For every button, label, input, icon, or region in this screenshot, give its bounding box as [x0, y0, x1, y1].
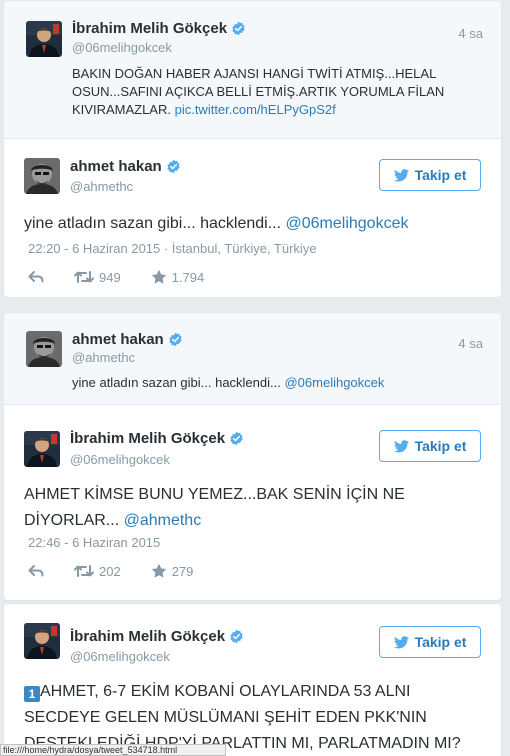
tweet-card-2: ahmet hakan @ahmethc 4 sa yine atladın s… [3, 312, 502, 601]
avatar[interactable] [24, 623, 60, 659]
tweet-actions: 949 1.794 [28, 269, 234, 285]
tweet-card-3: İbrahim Melih Gökçek @06melihgokcek Taki… [3, 603, 502, 756]
star-icon [151, 269, 167, 285]
bird-icon [394, 636, 409, 649]
timestamp[interactable]: 4 sa [458, 26, 483, 41]
author-handle[interactable]: @06melihgokcek [70, 649, 170, 664]
number-one-badge: 1 [24, 686, 40, 702]
follow-button[interactable]: Takip et [379, 159, 481, 191]
tweet-actions: 202 279 [28, 563, 223, 579]
author-handle[interactable]: @ahmethc [72, 350, 135, 365]
retweet-button[interactable]: 949 [74, 270, 121, 285]
tweet-text: yine atladın sazan gibi... hacklendi... [72, 375, 281, 390]
follow-label: Takip et [414, 167, 467, 183]
verified-icon [166, 159, 181, 174]
mention-link[interactable]: @ahmethc [124, 512, 202, 529]
mention-link[interactable]: @06melihgokcek [286, 215, 409, 232]
author-name[interactable]: İbrahim Melih Gökçek [72, 20, 227, 37]
avatar[interactable] [24, 158, 60, 194]
tweet-card-1: İbrahim Melih Gökçek @06melihgokcek 4 sa… [3, 0, 502, 298]
retweet-count: 949 [99, 269, 121, 285]
author-name[interactable]: İbrahim Melih Gökçek [70, 430, 225, 447]
verified-icon [229, 629, 244, 644]
author-handle[interactable]: @06melihgokcek [70, 452, 170, 467]
avatar[interactable] [26, 21, 62, 57]
retweet-icon [74, 564, 94, 578]
author-name[interactable]: İbrahim Melih Gökçek [70, 628, 225, 645]
avatar[interactable] [24, 431, 60, 467]
tweet-metadata[interactable]: 22:46 - 6 Haziran 2015 [28, 535, 160, 550]
author-handle[interactable]: @ahmethc [70, 179, 133, 194]
favorite-button[interactable]: 279 [151, 563, 194, 579]
tweet-body: AHMET KİMSE BUNU YEMEZ...BAK SENİN İÇİN … [24, 486, 405, 529]
timestamp[interactable]: 4 sa [458, 336, 483, 351]
mention-link[interactable]: @06melihgokcek [284, 375, 384, 390]
retweet-button[interactable]: 202 [74, 564, 121, 579]
follow-label: Takip et [414, 438, 467, 454]
quoted-tweet-text: yine atladın sazan gibi... hacklendi... … [72, 374, 479, 392]
follow-button[interactable]: Takip et [379, 626, 481, 658]
favorite-button[interactable]: 1.794 [151, 269, 205, 285]
follow-button[interactable]: Takip et [379, 430, 481, 462]
author-name[interactable]: ahmet hakan [72, 331, 164, 348]
quoted-tweet[interactable]: İbrahim Melih Gökçek @06melihgokcek 4 sa… [4, 1, 501, 139]
author-name[interactable]: ahmet hakan [70, 158, 162, 175]
bird-icon [394, 440, 409, 453]
verified-icon [231, 21, 246, 36]
tweet-text: yine atladın sazan gibi... hacklendi... … [24, 211, 479, 237]
retweet-icon [74, 270, 94, 284]
reply-icon [28, 270, 44, 284]
avatar[interactable] [26, 331, 62, 367]
reply-button[interactable] [28, 270, 44, 284]
retweet-count: 202 [99, 563, 121, 579]
favorite-count: 1.794 [171, 269, 205, 285]
tweet-metadata[interactable]: 22:20 - 6 Haziran 2015 · İstanbul, Türki… [28, 241, 317, 256]
verified-icon [229, 431, 244, 446]
verified-icon [168, 332, 183, 347]
follow-label: Takip et [414, 634, 467, 650]
pic-link[interactable]: pic.twitter.com/hELPyGpS2f [175, 102, 336, 117]
reply-button[interactable] [28, 564, 44, 578]
browser-status-bar: file:///home/hydra/dosya/tweet_534718.ht… [0, 744, 226, 756]
author-handle[interactable]: @06melihgokcek [72, 40, 172, 55]
favorite-count: 279 [171, 563, 194, 579]
tweet-body: yine atladın sazan gibi... hacklendi... [24, 215, 282, 232]
tweet-text: AHMET KİMSE BUNU YEMEZ...BAK SENİN İÇİN … [24, 482, 479, 534]
quoted-tweet[interactable]: ahmet hakan @ahmethc 4 sa yine atladın s… [4, 313, 501, 405]
star-icon [151, 563, 167, 579]
bird-icon [394, 169, 409, 182]
tweet-body: AHMET, 6-7 EKİM KOBANİ OLAYLARINDA 53 AL… [24, 683, 461, 752]
reply-icon [28, 564, 44, 578]
quoted-tweet-text: BAKIN DOĞAN HABER AJANSI HANGİ TWİTİ ATM… [72, 65, 479, 119]
